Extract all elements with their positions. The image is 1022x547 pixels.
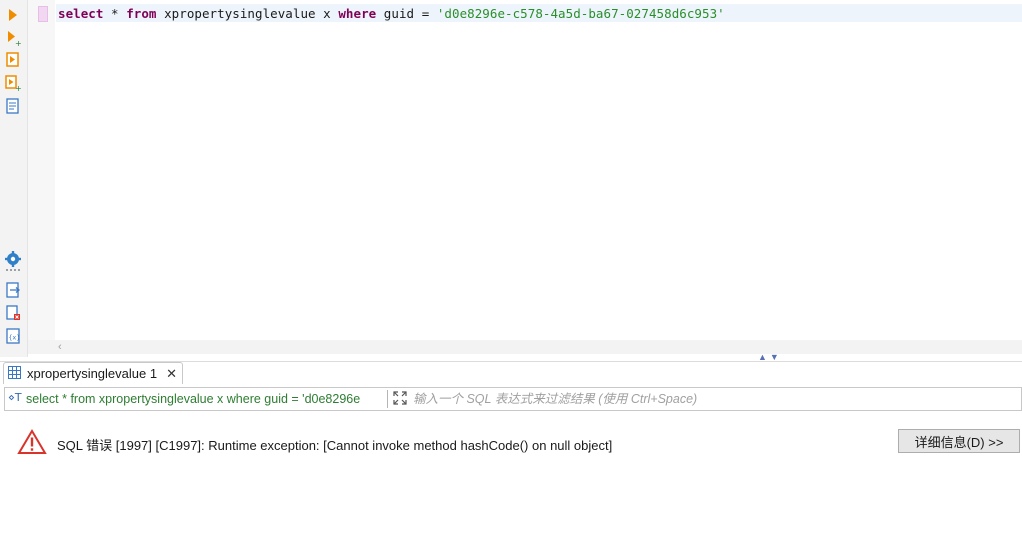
table-grid-icon [8, 365, 21, 382]
expand-icon[interactable] [392, 390, 408, 411]
execute-in-new-tab-icon[interactable]: + [4, 29, 22, 47]
keyword-from: from [126, 6, 157, 21]
svg-text:{x}: {x} [9, 334, 21, 342]
execute-script-icon[interactable] [4, 51, 22, 69]
export-icon[interactable] [4, 281, 22, 299]
table-name: xpropertysinglevalue x [156, 6, 339, 21]
sql-editor: + + {x} select * from xpropertysingleval… [0, 0, 1022, 357]
results-panel: xpropertysinglevalue 1 ✕ ⋄T select * fro… [0, 361, 1022, 547]
show-variables-icon[interactable]: {x} [4, 327, 22, 345]
settings-icon[interactable] [4, 250, 22, 268]
query-text[interactable]: select * from xpropertysinglevalue x whe… [26, 392, 384, 406]
close-results-icon[interactable] [4, 304, 22, 322]
tab-results[interactable]: xpropertysinglevalue 1 ✕ [3, 362, 183, 384]
svg-text:+: + [15, 39, 22, 47]
keyword-where: where [338, 6, 377, 21]
current-line-marker [38, 6, 48, 22]
tab-label: xpropertysinglevalue 1 [27, 366, 158, 381]
keyword-select: select [58, 6, 104, 21]
filter-separator [387, 390, 388, 408]
code-area[interactable]: select * from xpropertysinglevalue x whe… [56, 0, 1022, 340]
filter-input[interactable] [413, 390, 1013, 407]
warning-icon [17, 429, 47, 460]
where-condition: guid = [376, 6, 437, 21]
close-tab-icon[interactable]: ✕ [166, 366, 177, 382]
editor-left-toolbar: + + {x} [0, 0, 28, 357]
svg-text:+: + [15, 84, 22, 92]
execute-script-new-tabs-icon[interactable]: + [4, 74, 22, 92]
explain-plan-icon[interactable] [4, 97, 22, 115]
execute-statement-icon[interactable] [4, 6, 22, 24]
guid-literal: 'd0e8296e-c578-4a5d-ba67-027458d6c953' [436, 6, 725, 21]
horizontal-scrollbar[interactable]: ‹ [28, 340, 1022, 354]
toolbar-separator [6, 269, 20, 273]
error-area: SQL 错误 [1997] [C1997]: Runtime exception… [0, 417, 1022, 477]
query-text-icon: ⋄T [8, 391, 22, 404]
scroll-left-icon[interactable]: ‹ [58, 341, 62, 353]
details-button[interactable]: 详细信息(D) >> [898, 429, 1020, 453]
editor-gutter [28, 0, 55, 340]
sql-statement[interactable]: select * from xpropertysinglevalue x whe… [58, 6, 725, 21]
filter-bar: ⋄T select * from xpropertysinglevalue x … [4, 387, 1022, 411]
select-star: * [103, 6, 127, 21]
error-message: SQL 错误 [1997] [C1997]: Runtime exception… [57, 438, 613, 453]
results-tab-bar: xpropertysinglevalue 1 ✕ [0, 362, 1022, 384]
